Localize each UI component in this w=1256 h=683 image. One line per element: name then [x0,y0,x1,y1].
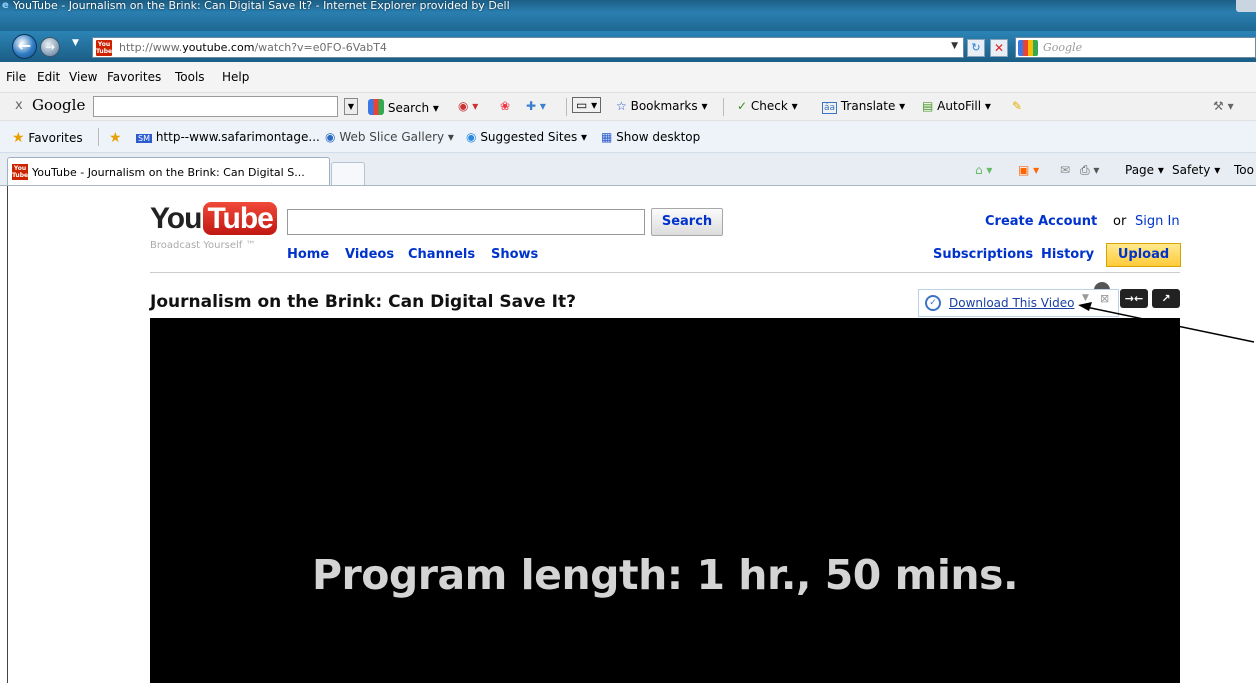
annotation-arrow [1078,302,1255,343]
